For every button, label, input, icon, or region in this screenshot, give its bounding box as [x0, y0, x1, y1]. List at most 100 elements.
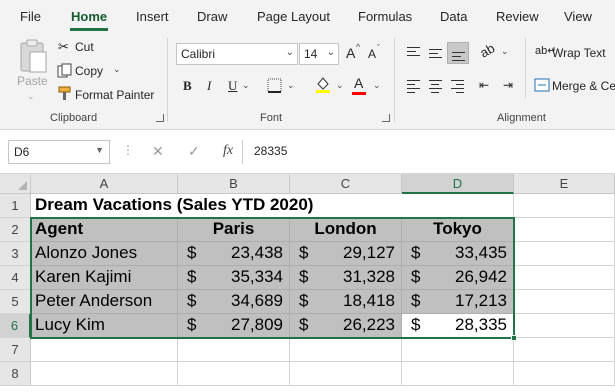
clipboard-launcher-icon[interactable] [156, 114, 164, 122]
enter-icon[interactable]: ✓ [188, 143, 200, 160]
column-header-a[interactable]: A [31, 174, 178, 194]
cell-a3[interactable]: Alonzo Jones [31, 242, 178, 266]
cell-a4[interactable]: Karen Kajimi [31, 266, 178, 290]
font-name-select[interactable]: Calibri ⌄ [176, 43, 298, 65]
row-header-3[interactable]: 3 [0, 242, 31, 266]
cell-c4[interactable]: $31,328 [290, 266, 402, 290]
formula-input[interactable]: 28335 [248, 140, 615, 164]
cell-d7[interactable] [402, 338, 514, 362]
row-header-5[interactable]: 5 [0, 290, 31, 314]
cell-e5[interactable] [514, 290, 615, 314]
cell-a5[interactable]: Peter Anderson [31, 290, 178, 314]
fill-color-icon[interactable] [314, 74, 332, 97]
tab-formulas[interactable]: Formulas [358, 9, 412, 24]
cell-b5[interactable]: $34,689 [178, 290, 290, 314]
underline-button[interactable]: U [228, 78, 237, 94]
cell-e2[interactable] [514, 218, 615, 242]
cell-d4[interactable]: $26,942 [402, 266, 514, 290]
italic-button[interactable]: I [207, 78, 211, 94]
merge-center-button[interactable]: Merge & Ce [552, 79, 615, 93]
row-header-8[interactable]: 8 [0, 362, 31, 386]
fill-handle[interactable] [511, 335, 517, 341]
align-right-button[interactable] [447, 75, 469, 97]
tab-file[interactable]: File [20, 9, 41, 24]
row-header-7[interactable]: 7 [0, 338, 31, 362]
cell-a1-title[interactable]: Dream Vacations (Sales YTD 2020) [31, 194, 402, 218]
cell-e1[interactable] [514, 194, 615, 218]
worksheet-grid[interactable]: A B C D E 1 2 3 4 5 6 7 8 Dream Vacation… [0, 174, 615, 392]
row-header-1[interactable]: 1 [0, 194, 31, 218]
cell-b2-header[interactable]: Paris [178, 218, 290, 242]
cell-c3[interactable]: $29,127 [290, 242, 402, 266]
cell-c5[interactable]: $18,418 [290, 290, 402, 314]
tab-page-layout[interactable]: Page Layout [257, 9, 330, 24]
cancel-icon[interactable]: ✕ [152, 143, 164, 160]
cell-a8[interactable] [31, 362, 178, 386]
cell-b4[interactable]: $35,334 [178, 266, 290, 290]
cell-c7[interactable] [290, 338, 402, 362]
cell-c2-header[interactable]: London [290, 218, 402, 242]
cell-c8[interactable] [290, 362, 402, 386]
copy-chevron-icon[interactable]: ⌄ [113, 64, 121, 75]
tab-draw[interactable]: Draw [197, 9, 227, 24]
tab-home[interactable]: Home [69, 9, 109, 31]
align-middle-button[interactable] [425, 42, 447, 64]
cell-d6-active[interactable]: $28,335 [402, 314, 514, 338]
font-launcher-icon[interactable] [382, 114, 390, 122]
font-size-select[interactable]: 14 ⌄ [299, 43, 339, 65]
cell-c6[interactable]: $26,223 [290, 314, 402, 338]
row-header-6[interactable]: 6 [0, 314, 31, 338]
orientation-chevron-icon[interactable]: ⌄ [501, 46, 509, 57]
cut-button[interactable]: Cut [75, 40, 94, 54]
insert-function-icon[interactable]: fx [223, 143, 233, 159]
cell-b6[interactable]: $27,809 [178, 314, 290, 338]
fill-color-chevron-icon[interactable]: ⌄ [336, 80, 344, 91]
align-top-button[interactable] [403, 42, 425, 64]
wrap-text-button[interactable]: Wrap Text [552, 46, 606, 60]
align-left-button[interactable] [403, 75, 425, 97]
align-bottom-button[interactable] [447, 42, 469, 64]
cell-b7[interactable] [178, 338, 290, 362]
select-all-button[interactable] [0, 174, 31, 194]
borders-icon[interactable] [267, 78, 283, 97]
formula-bar-grip-icon[interactable]: ⋮ [122, 143, 134, 157]
cell-a2-header[interactable]: Agent [31, 218, 178, 242]
paste-button[interactable] [16, 38, 50, 77]
cell-e7[interactable] [514, 338, 615, 362]
font-color-button[interactable]: A [354, 75, 363, 91]
row-header-4[interactable]: 4 [0, 266, 31, 290]
cell-b8[interactable] [178, 362, 290, 386]
cell-d3[interactable]: $33,435 [402, 242, 514, 266]
bold-button[interactable]: B [183, 78, 192, 94]
format-painter-button[interactable]: Format Painter [75, 88, 154, 102]
cell-d2-header[interactable]: Tokyo [402, 218, 514, 242]
decrease-indent-icon[interactable]: ⇤ [479, 78, 489, 92]
name-box[interactable]: D6 ▼ [8, 140, 110, 164]
borders-chevron-icon[interactable]: ⌄ [287, 80, 295, 91]
cell-a7[interactable] [31, 338, 178, 362]
decrease-font-button[interactable]: A [368, 47, 376, 61]
column-header-c[interactable]: C [290, 174, 402, 194]
column-header-d[interactable]: D [402, 174, 514, 194]
row-header-2[interactable]: 2 [0, 218, 31, 242]
cell-a6[interactable]: Lucy Kim [31, 314, 178, 338]
tab-insert[interactable]: Insert [136, 9, 169, 24]
align-center-button[interactable] [425, 75, 447, 97]
cell-e6[interactable] [514, 314, 615, 338]
tab-data[interactable]: Data [440, 9, 467, 24]
orientation-icon[interactable]: ab [477, 40, 497, 60]
cell-b3[interactable]: $23,438 [178, 242, 290, 266]
column-header-b[interactable]: B [178, 174, 290, 194]
font-color-chevron-icon[interactable]: ⌄ [373, 80, 381, 91]
tab-review[interactable]: Review [496, 9, 539, 24]
copy-button[interactable]: Copy [75, 64, 103, 78]
column-header-e[interactable]: E [514, 174, 615, 194]
cell-e3[interactable] [514, 242, 615, 266]
cell-e8[interactable] [514, 362, 615, 386]
cell-e4[interactable] [514, 266, 615, 290]
increase-indent-icon[interactable]: ⇥ [503, 78, 513, 92]
tab-view[interactable]: View [564, 9, 592, 24]
cell-d1[interactable] [402, 194, 514, 218]
cell-d5[interactable]: $17,213 [402, 290, 514, 314]
paste-chevron-icon[interactable]: ⌄ [27, 91, 35, 102]
